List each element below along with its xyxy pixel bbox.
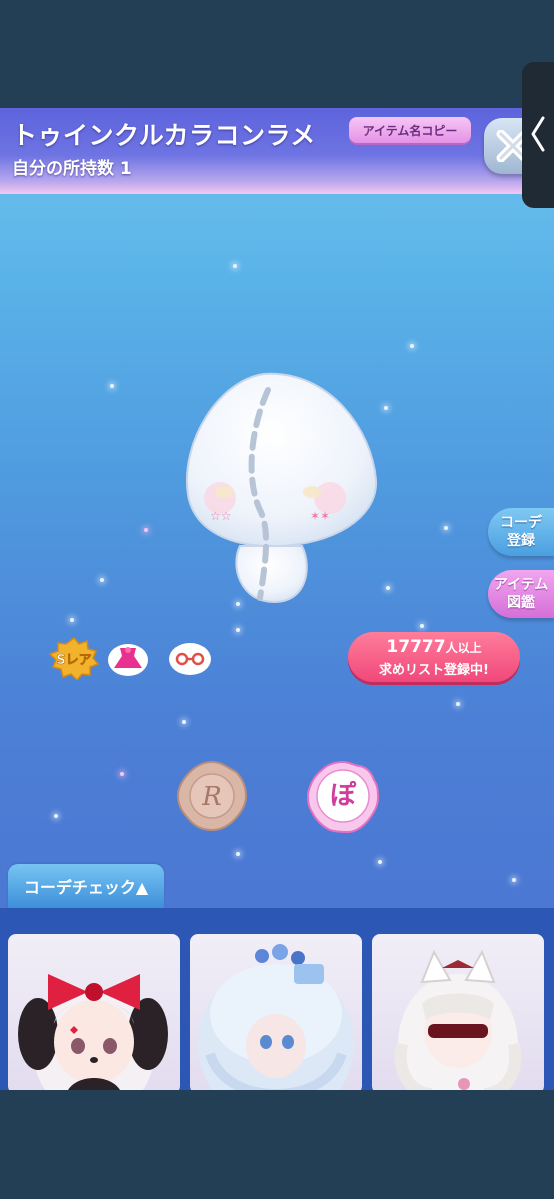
coord-register-label-2: 登録	[507, 533, 535, 549]
sparkle	[233, 264, 237, 268]
wishlist-text: 求めリスト登録中!	[379, 663, 489, 678]
dress-category-icon	[108, 644, 148, 676]
item-name: トゥインクルカラコンラメ	[12, 121, 316, 150]
coord-register-label-1: コーデ	[500, 515, 542, 531]
coord-register-button[interactable]: コーデ 登録	[488, 508, 554, 556]
sparkle	[236, 628, 240, 632]
wishlist-count: 17777	[386, 637, 446, 657]
rarity-badge: Sレア	[48, 636, 100, 680]
item-dictionary-button[interactable]: アイテム 図鑑	[488, 570, 554, 618]
side-panel-toggle[interactable]	[522, 62, 554, 208]
sparkle	[144, 528, 148, 532]
rarity-text: Sレア	[56, 653, 91, 668]
sparkle	[236, 852, 240, 856]
wishlist-count-line: 17777人以上	[348, 637, 520, 657]
navigation-bar-area	[0, 1090, 554, 1199]
wishlist-button[interactable]: 17777人以上 求めリスト登録中!	[348, 632, 520, 682]
coord-check-tab[interactable]: コーデチェック▲	[8, 864, 164, 908]
chevron-left-icon	[531, 116, 545, 152]
owned-count: 自分の所持数 1	[12, 159, 132, 179]
status-bar-area	[0, 0, 554, 108]
coord-card[interactable]	[190, 934, 362, 1090]
sparkle	[420, 624, 424, 628]
item-dictionary-label-2: 図鑑	[507, 595, 535, 611]
item-image: ☆☆ ✶✶	[186, 372, 378, 604]
brand-seal-letter: R	[201, 782, 222, 812]
sparkle	[120, 772, 124, 776]
sparkle	[182, 720, 186, 724]
item-detail-screen: トゥインクルカラコンラメ 自分の所持数 1 アイテム名コピー ☆☆ ✶✶ コーデ…	[0, 108, 554, 1090]
avatar-image	[198, 944, 354, 1090]
points-seal: ぽ	[306, 760, 380, 834]
sparkle	[444, 526, 448, 530]
accessory-category-icon	[169, 643, 211, 675]
coord-card[interactable]	[8, 934, 180, 1090]
avatar-image	[394, 949, 522, 1090]
sparkle	[512, 878, 516, 882]
avatar-image	[18, 974, 168, 1090]
sparkle	[70, 618, 74, 622]
wishlist-count-suffix: 人以上	[445, 641, 482, 655]
copy-item-name-button[interactable]: アイテム名コピー	[349, 117, 471, 143]
svg-text:☆☆: ☆☆	[210, 509, 232, 523]
sparkle	[456, 702, 460, 706]
item-dictionary-label-1: アイテム	[493, 577, 549, 593]
points-seal-letter: ぽ	[330, 780, 357, 811]
svg-text:✶✶: ✶✶	[310, 509, 330, 523]
item-header: トゥインクルカラコンラメ 自分の所持数 1 アイテム名コピー	[0, 108, 554, 194]
sparkle	[378, 860, 382, 864]
sparkle	[384, 406, 388, 410]
coord-card[interactable]	[372, 934, 544, 1090]
sparkle	[410, 344, 414, 348]
sparkle	[386, 586, 390, 590]
sparkle	[100, 578, 104, 582]
sparkle	[54, 814, 58, 818]
brand-seal: R	[176, 760, 248, 832]
sparkle	[110, 384, 114, 388]
